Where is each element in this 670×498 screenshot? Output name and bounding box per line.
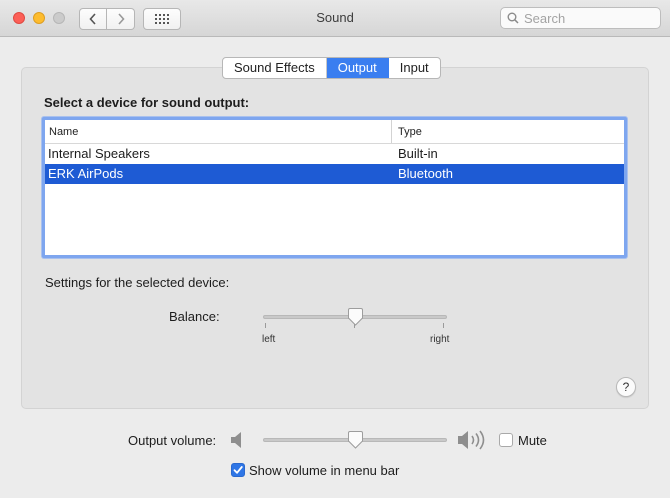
speaker-low-icon: [231, 432, 241, 448]
balance-label: Balance:: [169, 309, 220, 324]
volume-slider-knob[interactable]: [347, 431, 364, 449]
device-name: Internal Speakers: [48, 146, 150, 161]
tab-sound-effects[interactable]: Sound Effects: [223, 58, 327, 78]
device-type: Built-in: [398, 146, 438, 161]
sound-preferences-window: Sound Sound Effects Output Input Select …: [0, 0, 670, 498]
device-list-heading: Select a device for sound output:: [44, 95, 250, 110]
titlebar: Sound: [0, 0, 670, 37]
table-row[interactable]: Internal Speakers Built-in: [45, 144, 624, 164]
mute-label[interactable]: Mute: [518, 433, 547, 448]
show-volume-checkbox[interactable]: [231, 463, 245, 477]
tab-input[interactable]: Input: [389, 58, 440, 78]
checkmark-icon: [233, 466, 243, 474]
tab-output[interactable]: Output: [326, 58, 389, 78]
settings-label: Settings for the selected device:: [45, 275, 230, 290]
device-type: Bluetooth: [398, 166, 453, 181]
speaker-high-icon: [458, 430, 485, 450]
device-name: ERK AirPods: [48, 166, 124, 181]
device-table[interactable]: Name Type Internal Speakers Built-in ERK…: [42, 117, 627, 258]
balance-left-label: left: [262, 334, 276, 345]
search-field[interactable]: [500, 7, 661, 29]
balance-slider-knob[interactable]: [347, 308, 364, 326]
column-header-type[interactable]: Type: [392, 120, 422, 143]
table-row[interactable]: ERK AirPods Bluetooth: [45, 164, 624, 184]
show-volume-label[interactable]: Show volume in menu bar: [249, 463, 399, 478]
tab-bar: Sound Effects Output Input: [222, 57, 441, 79]
mute-checkbox[interactable]: [499, 433, 513, 447]
help-button[interactable]: ?: [616, 377, 636, 397]
balance-right-label: right: [430, 334, 450, 345]
column-header-name[interactable]: Name: [45, 120, 392, 143]
output-volume-label: Output volume:: [128, 433, 217, 448]
search-input[interactable]: [524, 10, 654, 26]
search-icon: [507, 12, 519, 24]
table-header: Name Type: [45, 120, 624, 144]
